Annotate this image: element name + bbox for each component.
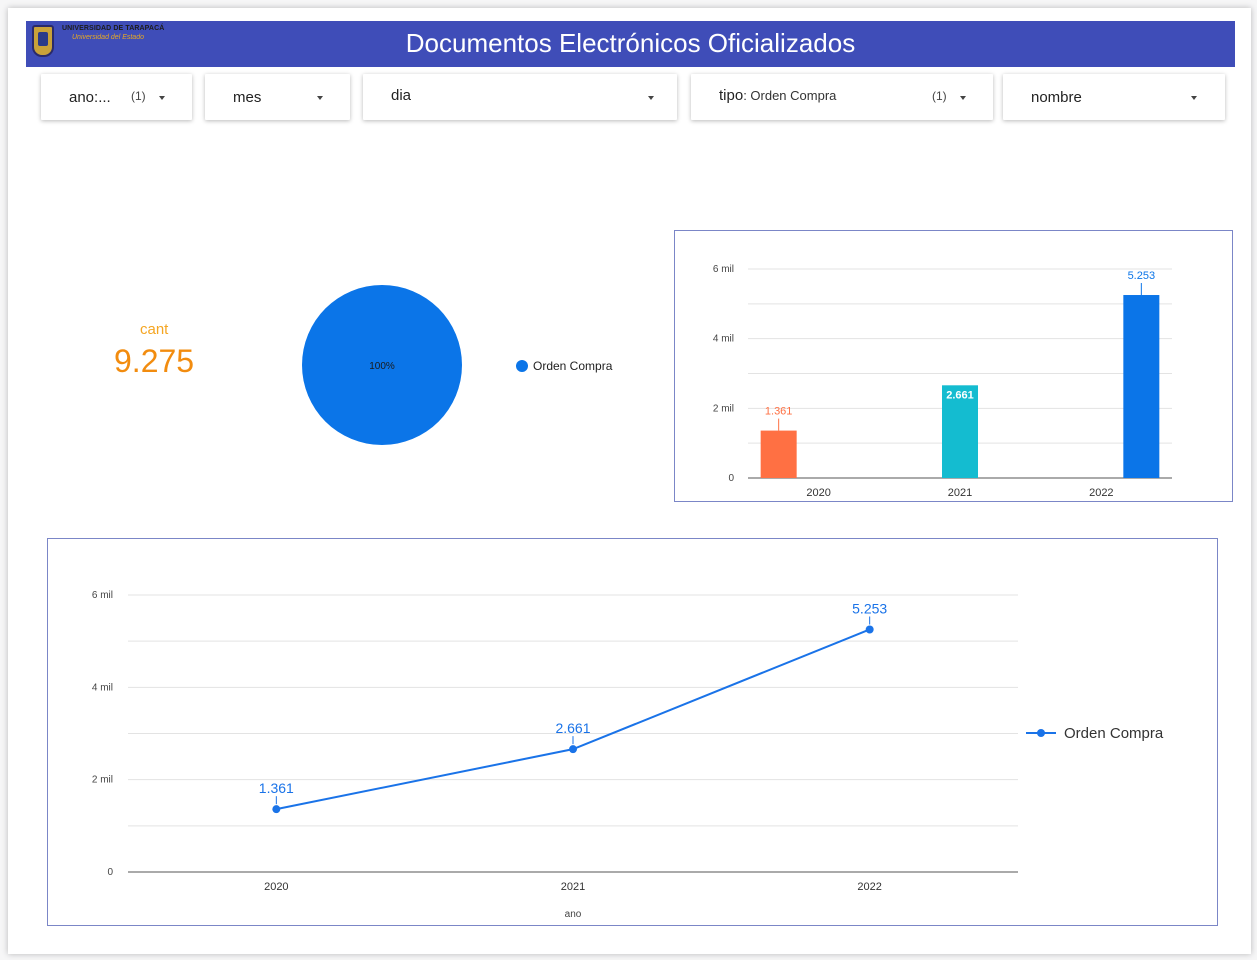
filter-tipo-label: tipo: Orden Compra [719, 87, 837, 104]
x-tick-label: 2020 [806, 487, 830, 499]
pie-slice-label: 100% [369, 361, 395, 372]
legend-label[interactable]: Orden Compra [1064, 725, 1164, 742]
y-tick-label: 4 mil [92, 682, 113, 693]
x-tick-label: 2021 [948, 487, 972, 499]
legend-marker-icon [1037, 729, 1045, 737]
line-chart: 0 2 mil 4 mil 6 mil 1.361 2020 2.661 2021 5.253 2… [92, 590, 1164, 920]
line-chart-panel: 0 2 mil 4 mil 6 mil 1.361 2020 2.661 2021 5.253 2… [47, 538, 1218, 926]
bar-chart-panel: 0 2 mil 4 mil 6 mil 2020 1.361 2021 2.661 2022 5.… [674, 230, 1233, 502]
data-label: 5.253 [852, 600, 887, 616]
filter-ano-count: (1) [131, 89, 146, 103]
x-tick-label: 2021 [561, 881, 585, 893]
filter-tipo[interactable]: tipo: Orden Compra (1) [691, 74, 993, 120]
x-tick-label: 2022 [857, 881, 881, 893]
filter-dia[interactable]: dia [363, 74, 677, 120]
bar-2022[interactable] [1123, 295, 1160, 478]
data-point[interactable] [865, 625, 874, 634]
kpi-value: 9.275 [114, 343, 195, 379]
data-label: 1.361 [259, 780, 294, 796]
y-tick-label: 4 mil [713, 334, 734, 345]
bar-chart: 0 2 mil 4 mil 6 mil 2020 1.361 2021 2.661 2022 5.… [713, 264, 1172, 499]
filter-mes-label: mes [233, 89, 262, 106]
chevron-down-icon [159, 96, 165, 100]
data-label: 5.253 [1128, 270, 1156, 282]
data-point[interactable] [272, 805, 281, 814]
kpi-label: cant [140, 321, 169, 338]
filter-ano[interactable]: ano:... (1) [41, 74, 192, 120]
chevron-down-icon [648, 96, 654, 100]
report-header: UNIVERSIDAD DE TARAPACÁ Universidad del … [26, 21, 1235, 67]
y-tick-label: 2 mil [713, 403, 734, 414]
filter-tipo-value: : Orden Compra [743, 88, 837, 103]
filter-dia-label: dia [391, 87, 412, 104]
data-label: 2.661 [946, 389, 974, 401]
filter-mes[interactable]: mes [205, 74, 350, 120]
y-tick-label: 6 mil [92, 590, 113, 601]
chevron-down-icon [960, 96, 966, 100]
page-title: Documentos Electrónicos Oficializados [405, 28, 856, 58]
bar-2020[interactable] [760, 430, 797, 478]
y-tick-label: 0 [107, 867, 113, 878]
x-tick-label: 2020 [264, 881, 288, 893]
filter-ano-label: ano:... [69, 89, 111, 106]
filter-tipo-count: (1) [932, 89, 947, 103]
y-tick-label: 6 mil [713, 264, 734, 275]
x-axis-label: ano [565, 909, 582, 920]
filter-nombre-label: nombre [1031, 89, 1082, 106]
filter-nombre[interactable]: nombre [1003, 74, 1225, 120]
pie-legend-label: Orden Compra [533, 359, 613, 373]
pie-legend[interactable]: Orden Compra [516, 359, 612, 373]
data-label: 1.361 [765, 406, 793, 418]
x-tick-label: 2022 [1089, 487, 1113, 499]
chevron-down-icon [317, 96, 323, 100]
pie-chart: 100% [302, 285, 462, 445]
y-tick-label: 2 mil [92, 775, 113, 786]
y-tick-label: 0 [728, 473, 734, 484]
legend-dot-icon [516, 360, 528, 372]
data-point[interactable] [569, 745, 577, 754]
data-label: 2.661 [555, 720, 590, 736]
chevron-down-icon [1191, 96, 1197, 100]
